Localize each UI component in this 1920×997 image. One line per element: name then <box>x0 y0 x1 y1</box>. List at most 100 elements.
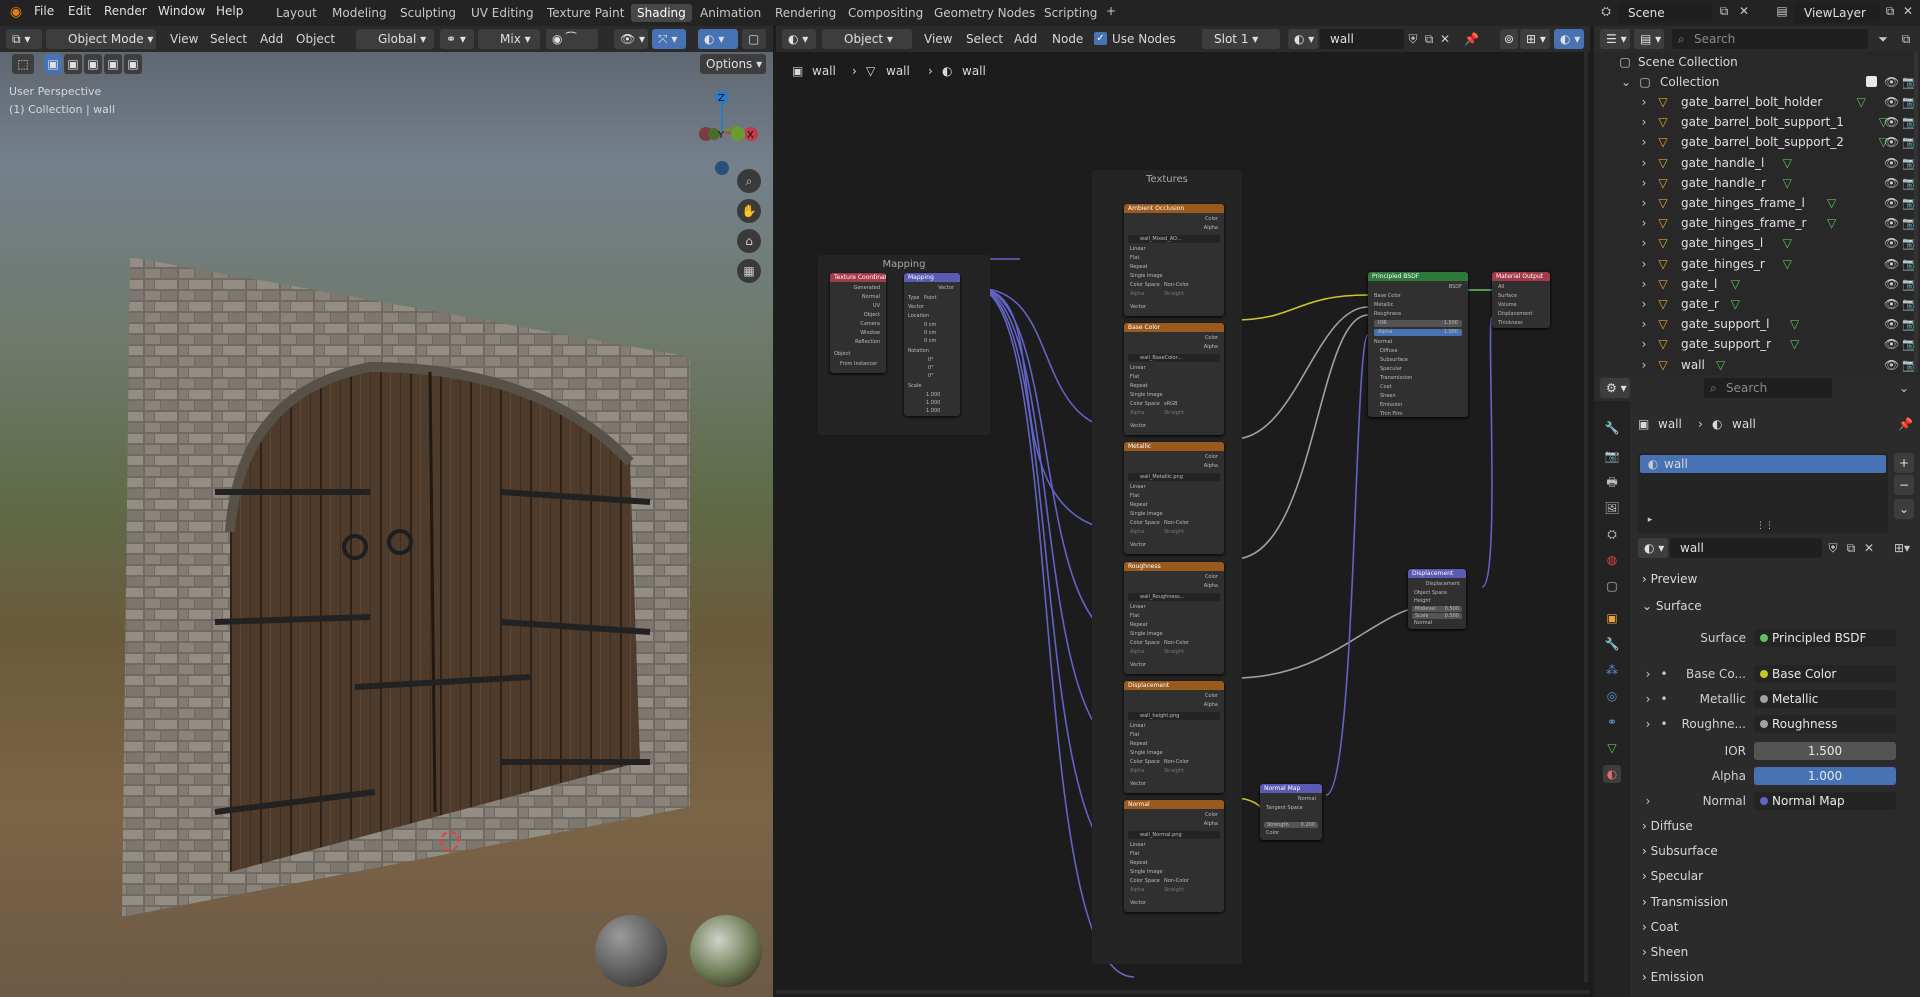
input-row-expand-icon[interactable]: › <box>1642 667 1654 681</box>
scene-collection-row[interactable]: ▢ Scene Collection <box>1594 52 1920 72</box>
input-row-expand-icon[interactable]: › <box>1642 692 1654 706</box>
outliner-object-row[interactable]: › ▽ gate_hinges_frame_l ▽ 👁 📷 <box>1594 193 1920 213</box>
object-expand-icon[interactable]: › <box>1638 257 1650 271</box>
properties-subpanel-header[interactable]: › Coat <box>1642 920 1678 934</box>
tab-rendering[interactable]: Rendering <box>769 4 842 22</box>
add-slot-button[interactable]: + <box>1894 453 1914 473</box>
displacement-midlevel-field[interactable]: Midlevel 0.500 <box>1412 606 1462 612</box>
tex-extension[interactable]: Repeat <box>1130 383 1148 389</box>
viewport-menu-object[interactable]: Object <box>296 32 335 46</box>
object-visibility-icon[interactable]: 👁 <box>1884 176 1899 190</box>
tex-alpha-mode-value[interactable]: Straight <box>1164 768 1184 774</box>
world-tab-icon[interactable]: ◍ <box>1603 551 1621 569</box>
output-target[interactable]: All <box>1498 284 1504 290</box>
delete-scene-icon[interactable]: ✕ <box>1736 4 1752 18</box>
displacement-node[interactable]: Displacement Displacement Object Space H… <box>1408 569 1466 629</box>
object-name[interactable]: gate_l <box>1681 277 1717 291</box>
object-name[interactable]: gate_support_r <box>1681 337 1771 351</box>
viewport-menu-add[interactable]: Add <box>260 32 283 46</box>
tex-interp[interactable]: Linear <box>1130 365 1146 371</box>
node-menu-select[interactable]: Select <box>966 32 1003 46</box>
tab-geometry-nodes[interactable]: Geometry Nodes <box>928 4 1041 22</box>
object-name[interactable]: gate_support_l <box>1681 317 1769 331</box>
properties-editor-type-button[interactable]: ⚙ ▾ <box>1600 378 1630 398</box>
menu-edit[interactable]: Edit <box>68 4 91 18</box>
mapping-rot-y[interactable]: 0° <box>928 365 934 371</box>
object-visibility-icon[interactable]: 👁 <box>1884 277 1899 291</box>
principled-bsdf-node[interactable]: Principled BSDF BSDF Base Color Metallic… <box>1368 272 1468 417</box>
select-invert-button[interactable]: ▣ <box>104 54 122 74</box>
tex-extension[interactable]: Repeat <box>1130 502 1148 508</box>
input-row-field[interactable]: Base Color <box>1754 665 1896 683</box>
preview-panel-header[interactable]: › Preview <box>1642 572 1697 586</box>
node-overlay-button[interactable]: ◐ ▾ <box>1554 29 1584 49</box>
bsdf-panel-subsurface[interactable]: Subsurface <box>1380 357 1408 363</box>
select-box-button[interactable]: ▣ <box>44 54 62 74</box>
input-row-expand-icon[interactable]: › <box>1642 717 1654 731</box>
alpha-field[interactable]: 1.000 <box>1754 767 1896 785</box>
mesh-data-icon[interactable]: ▽ <box>1825 196 1839 210</box>
slot-list-expand-icon[interactable]: ▸ <box>1644 515 1656 525</box>
tex-image-field[interactable]: wall_Normal.png <box>1128 831 1220 839</box>
properties-subpanel-header[interactable]: › Specular <box>1642 869 1703 883</box>
outliner-object-row[interactable]: › ▽ gate_support_r ▽ 👁 📷 <box>1594 334 1920 354</box>
collection-visibility-icon[interactable]: 👁 <box>1884 75 1899 89</box>
tex-source[interactable]: Single Image <box>1130 273 1163 279</box>
object-expand-icon[interactable]: › <box>1638 297 1650 311</box>
mesh-data-icon[interactable]: ▽ <box>1854 95 1868 109</box>
node-editor-vscrollbar[interactable] <box>1584 52 1588 982</box>
normal-map-node[interactable]: Normal Map Normal Tangent Space Strength… <box>1260 784 1322 840</box>
object-visibility-icon[interactable]: 👁 <box>1884 95 1899 109</box>
tex-source[interactable]: Single Image <box>1130 392 1163 398</box>
tex-projection[interactable]: Flat <box>1130 613 1139 619</box>
object-visibility-icon[interactable]: 👁 <box>1884 358 1899 372</box>
fake-user-icon[interactable]: ⛨ <box>1406 32 1420 47</box>
tex-alpha-mode-value[interactable]: Straight <box>1164 649 1184 655</box>
tex-extension[interactable]: Repeat <box>1130 741 1148 747</box>
tab-texture-paint[interactable]: Texture Paint <box>541 4 630 22</box>
new-scene-icon[interactable]: ⧉ <box>1716 4 1732 19</box>
mapping-scale-z[interactable]: 1.000 <box>926 408 940 414</box>
wall-gate-model[interactable] <box>110 202 710 922</box>
outliner-object-row[interactable]: › ▽ gate_l ▽ 👁 📷 <box>1594 274 1920 294</box>
input-row-field[interactable]: Metallic <box>1754 690 1896 708</box>
object-expand-icon[interactable]: › <box>1638 95 1650 109</box>
viewport-menu-view[interactable]: View <box>170 32 198 46</box>
tex-source[interactable]: Single Image <box>1130 750 1163 756</box>
menu-file[interactable]: File <box>34 4 54 18</box>
mesh-data-icon[interactable]: ▽ <box>1728 277 1742 291</box>
new-collection-icon[interactable]: ⧉ <box>1896 32 1916 47</box>
scene-field[interactable]: Scene <box>1618 3 1712 23</box>
outliner-display-mode-button[interactable]: ▤ ▾ <box>1634 29 1664 49</box>
tab-shading[interactable]: Shading <box>631 4 692 22</box>
object-name[interactable]: gate_handle_l <box>1681 156 1764 170</box>
tex-alpha-mode-value[interactable]: Straight <box>1164 529 1184 535</box>
scene-tab-icon[interactable]: ⛭ <box>1603 525 1621 543</box>
outliner-object-row[interactable]: › ▽ gate_support_l ▽ 👁 📷 <box>1594 314 1920 334</box>
snap-node-button[interactable]: ⊚ <box>1500 29 1518 49</box>
image-texture-node[interactable]: Ambient Occlusion Color Alpha wall_Mixed_AO… <box>1124 204 1224 316</box>
mesh-data-icon[interactable]: ▽ <box>1780 176 1794 190</box>
surface-shader-field[interactable]: Principled BSDF <box>1754 629 1896 647</box>
mesh-data-icon[interactable]: ▽ <box>1780 257 1794 271</box>
options-dropdown[interactable]: Options ▾ <box>700 54 766 74</box>
mesh-data-icon[interactable]: ▽ <box>1728 297 1742 311</box>
object-visibility-icon[interactable]: 👁 <box>1884 135 1899 149</box>
tab-modeling[interactable]: Modeling <box>326 4 393 22</box>
props-duplicate-icon[interactable]: ⧉ <box>1844 541 1858 556</box>
gizmo-button[interactable]: ⤧ ▾ <box>652 29 686 49</box>
mesh-data-icon[interactable]: ▽ <box>1788 317 1802 331</box>
input-row-field[interactable]: Roughness <box>1754 715 1896 733</box>
slot-list-resize-icon[interactable]: ⋮⋮ <box>1756 521 1774 531</box>
hdri-sphere[interactable] <box>690 915 762 987</box>
outliner-object-row[interactable]: › ▽ gate_barrel_bolt_support_2 ▽ 👁 📷 <box>1594 132 1920 152</box>
tex-image-field[interactable]: wall_BaseColor... <box>1128 354 1220 362</box>
object-visibility-icon[interactable]: 👁 <box>1884 196 1899 210</box>
tex-projection[interactable]: Flat <box>1130 255 1139 261</box>
tex-image-field[interactable]: wall_Roughness... <box>1128 593 1220 601</box>
displacement-scale-field[interactable]: Scale 0.500 <box>1412 613 1462 619</box>
tex-extension[interactable]: Repeat <box>1130 264 1148 270</box>
shader-type-dropdown[interactable]: Object ▾ <box>822 29 912 49</box>
mapping-loc-x[interactable]: 0 cm <box>924 322 936 328</box>
tex-coord-from-instancer[interactable]: From Instancer <box>840 361 877 367</box>
